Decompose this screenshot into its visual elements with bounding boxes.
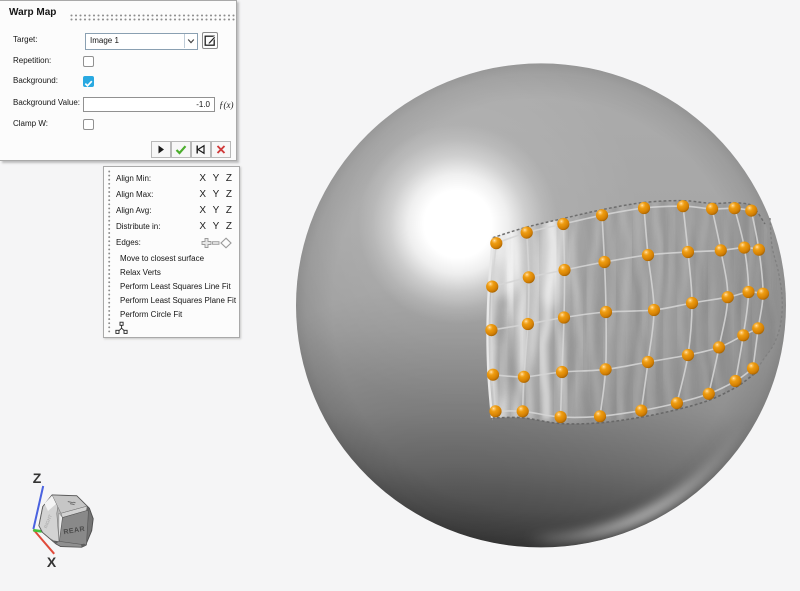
svg-text:X: X	[47, 554, 57, 570]
svg-text:Z: Z	[33, 470, 42, 486]
